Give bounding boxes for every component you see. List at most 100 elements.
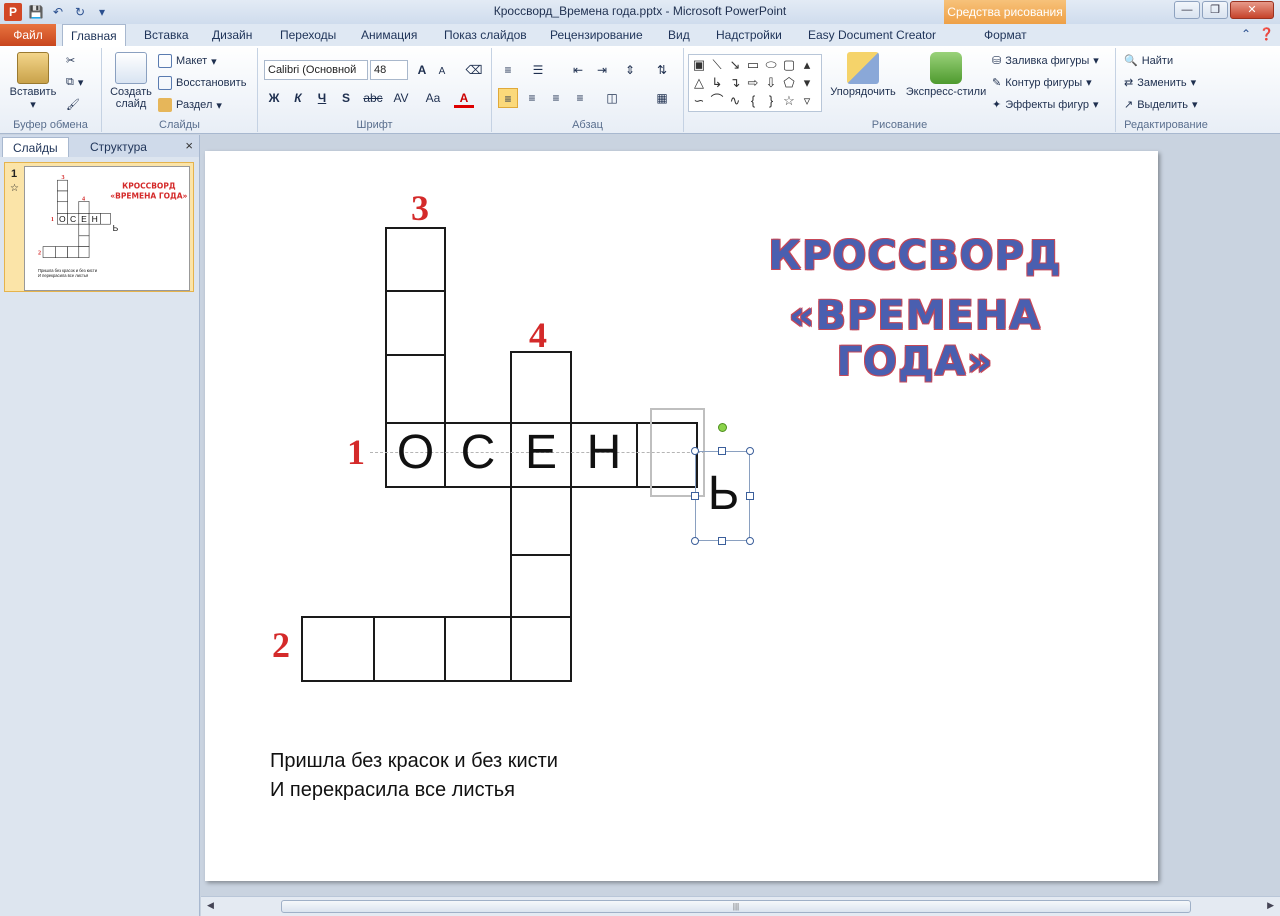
tab-animation[interactable]: Анимация (353, 24, 425, 46)
tab-review[interactable]: Рецензирование (542, 24, 651, 46)
numbering-icon[interactable]: ☰ (528, 60, 548, 80)
resize-handle-l[interactable] (691, 492, 699, 500)
textbox-shape-icon[interactable]: ▣ (690, 56, 708, 74)
freeform-shape-icon[interactable]: ∿ (726, 92, 744, 110)
change-case-button[interactable]: Aa (420, 88, 446, 108)
maximize-button[interactable]: ❐ (1202, 1, 1228, 19)
shadow-button[interactable]: S (336, 88, 356, 108)
minimize-button[interactable]: — (1174, 1, 1200, 19)
close-panel-icon[interactable]: × (185, 138, 193, 153)
italic-button[interactable]: К (288, 88, 308, 108)
shrink-font-button[interactable]: A (432, 62, 452, 82)
line-shape-icon[interactable]: ⟍ (708, 56, 726, 74)
quick-styles-button[interactable]: Экспресс-стили (902, 52, 990, 98)
gallery-down-icon[interactable]: ▾ (798, 74, 816, 92)
shape-fill-button[interactable]: ⛁ Заливка фигуры ▾ (992, 54, 1099, 68)
resize-handle-bl[interactable] (691, 537, 699, 545)
paste-button[interactable]: Вставить ▾ (6, 52, 60, 111)
riddle-text[interactable]: Пришла без красок и без кисти И перекрас… (270, 747, 558, 805)
justify-icon[interactable]: ≡ (570, 88, 590, 108)
tab-addins[interactable]: Надстройки (708, 24, 790, 46)
reset-button[interactable]: Восстановить (158, 76, 246, 90)
collapse-ribbon-icon[interactable]: ⌃ (1241, 27, 1251, 41)
bold-button[interactable]: Ж (264, 88, 284, 108)
crossword-cell[interactable] (510, 554, 572, 619)
curve-shape-icon[interactable]: ∽ (690, 92, 708, 110)
oval-shape-icon[interactable]: ⬭ (762, 56, 780, 74)
tab-file[interactable]: Файл (0, 24, 56, 46)
shape-effects-button[interactable]: ✦ Эффекты фигур ▾ (992, 98, 1099, 112)
font-color-button[interactable]: A (454, 88, 474, 108)
crossword-cell[interactable] (510, 486, 572, 556)
down-arrow-shape-icon[interactable]: ⇩ (762, 74, 780, 92)
new-slide-button[interactable]: Создать слайд (108, 52, 154, 110)
align-center-icon[interactable]: ≡ (522, 88, 542, 108)
underline-button[interactable]: Ч (312, 88, 332, 108)
section-button[interactable]: Раздел ▾ (158, 98, 222, 112)
columns-icon[interactable]: ◫ (602, 88, 622, 108)
tab-slides-panel[interactable]: Слайды (2, 137, 69, 157)
select-button[interactable]: ↗ Выделить ▾ (1124, 98, 1198, 112)
tab-outline-panel[interactable]: Структура (80, 137, 157, 157)
crossword-cell[interactable] (301, 616, 375, 682)
slide-title-line1[interactable]: КРОССВОРД (715, 233, 1115, 279)
font-size-select[interactable]: 48 (370, 60, 408, 80)
right-brace-shape-icon[interactable]: } (762, 92, 780, 110)
crossword-cell[interactable] (385, 227, 446, 292)
rectangle-shape-icon[interactable]: ▭ (744, 56, 762, 74)
align-left-icon[interactable]: ≡ (498, 88, 518, 108)
scroll-left-icon[interactable]: ◀ (207, 900, 214, 911)
crossword-cell[interactable] (373, 616, 446, 682)
scroll-right-icon[interactable]: ▶ (1267, 900, 1274, 911)
elbow-arrow-icon[interactable]: ↴ (726, 74, 744, 92)
cut-button[interactable]: ✂ (66, 54, 75, 67)
resize-handle-r[interactable] (746, 492, 754, 500)
slide-title-line2[interactable]: «ВРЕМЕНА ГОДА» (715, 293, 1115, 385)
shape-outline-button[interactable]: ✎ Контур фигуры ▾ (992, 76, 1092, 90)
gallery-more-icon[interactable]: ▿ (798, 92, 816, 110)
selected-textbox[interactable]: Ь (695, 451, 750, 541)
star-shape-icon[interactable]: ☆ (780, 92, 798, 110)
tab-slideshow[interactable]: Показ слайдов (436, 24, 535, 46)
find-button[interactable]: 🔍 Найти (1124, 54, 1173, 68)
tab-view[interactable]: Вид (660, 24, 698, 46)
gallery-up-icon[interactable]: ▴ (798, 56, 816, 74)
horizontal-scrollbar[interactable]: ◀ ||| ▶ (201, 896, 1280, 916)
crossword-cell[interactable] (444, 616, 512, 682)
text-direction-icon[interactable]: ⇅ (652, 60, 672, 80)
right-arrow-shape-icon[interactable]: ⇨ (744, 74, 762, 92)
strikethrough-button[interactable]: abc (360, 88, 386, 108)
help-icon[interactable]: ❓ (1259, 27, 1274, 41)
grow-font-button[interactable]: A (412, 60, 432, 80)
close-button[interactable]: ✕ (1230, 1, 1274, 19)
left-brace-shape-icon[interactable]: { (744, 92, 762, 110)
format-painter-button[interactable]: 🖌 (66, 98, 80, 111)
resize-handle-br[interactable] (746, 537, 754, 545)
arc-shape-icon[interactable]: ⌒ (708, 92, 726, 110)
tab-transitions[interactable]: Переходы (272, 24, 344, 46)
selected-letter[interactable]: Ь (696, 466, 751, 521)
crossword-cell[interactable] (385, 354, 446, 424)
tab-insert[interactable]: Вставка (136, 24, 197, 46)
layout-button[interactable]: Макет ▾ (158, 54, 217, 68)
rounded-rect-shape-icon[interactable]: ▢ (780, 56, 798, 74)
crossword-cell[interactable] (385, 290, 446, 356)
resize-handle-b[interactable] (718, 537, 726, 545)
increase-indent-icon[interactable]: ⇥ (592, 60, 612, 80)
rotate-handle[interactable] (718, 423, 727, 432)
resize-handle-tr[interactable] (746, 447, 754, 455)
pentagon-shape-icon[interactable]: ⬠ (780, 74, 798, 92)
clear-format-icon[interactable]: ⌫ (464, 60, 484, 80)
tab-easy-document-creator[interactable]: Easy Document Creator (800, 24, 944, 46)
shapes-gallery[interactable]: ▣ ⟍ ↘ ▭ ⬭ ▢ ▴ △ ↳ ↴ ⇨ ⇩ ⬠ ▾ ∽ ⌒ ∿ { } ☆ … (688, 54, 822, 112)
smartart-icon[interactable]: ▦ (652, 88, 672, 108)
char-spacing-button[interactable]: AV (388, 88, 414, 108)
resize-handle-tl[interactable] (691, 447, 699, 455)
decrease-indent-icon[interactable]: ⇤ (568, 60, 588, 80)
triangle-shape-icon[interactable]: △ (690, 74, 708, 92)
elbow-connector-icon[interactable]: ↳ (708, 74, 726, 92)
align-right-icon[interactable]: ≡ (546, 88, 566, 108)
tab-home[interactable]: Главная (62, 24, 126, 47)
font-name-select[interactable]: Calibri (Основной (264, 60, 368, 80)
scroll-thumb[interactable]: ||| (281, 900, 1191, 913)
